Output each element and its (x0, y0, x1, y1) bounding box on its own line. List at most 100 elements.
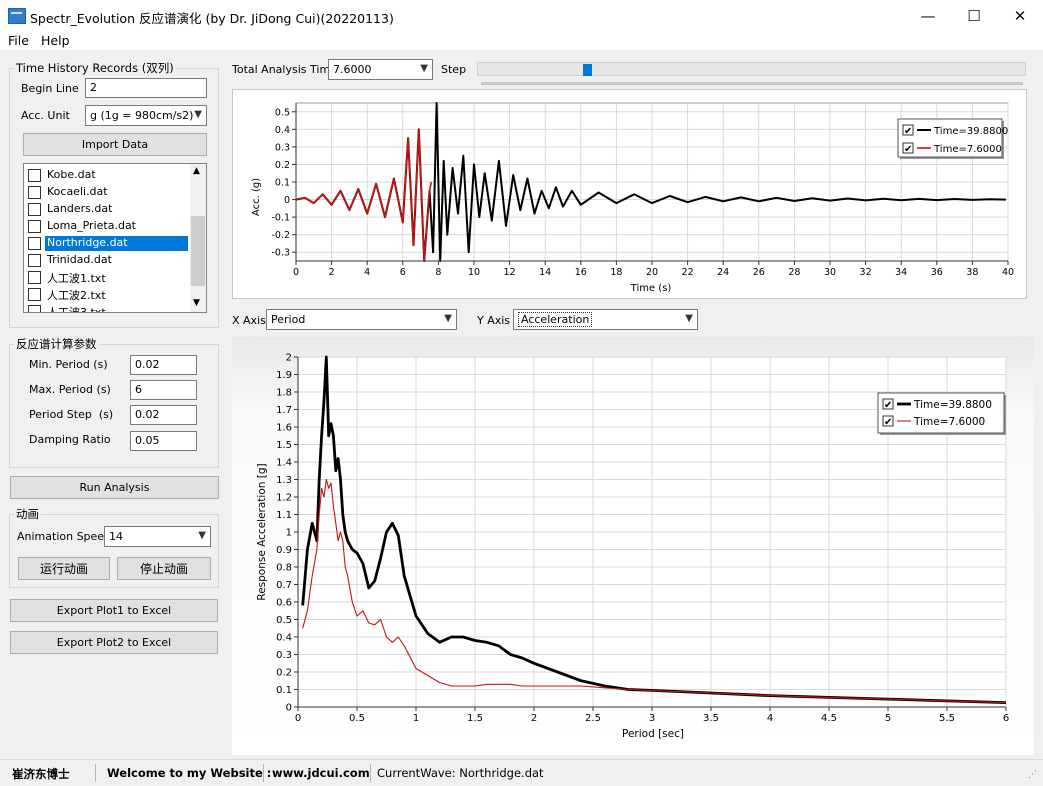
file-list-item[interactable]: Kobe.dat (28, 167, 190, 184)
x-tick-label: 24 (717, 267, 729, 278)
damping-ratio-input[interactable]: 0.05 (130, 431, 197, 451)
step-slider[interactable] (477, 62, 1026, 76)
stop-animation-button[interactable]: 停止动画 (117, 557, 211, 580)
animation-group-title: 动画 (16, 507, 39, 521)
menu-help[interactable]: Help (41, 33, 70, 48)
max-period-label: Max. Period (s) (29, 383, 111, 396)
file-checkbox[interactable] (28, 203, 41, 216)
title-bar: Spectr_Evolution 反应谱演化 (by Dr. JiDong Cu… (0, 0, 1043, 31)
file-listbox[interactable]: Kobe.dat Kocaeli.dat Landers.dat Loma_Priet… (23, 163, 207, 313)
x-tick-label: 16 (575, 267, 587, 278)
window-title: Spectr_Evolution 反应谱演化 (by Dr. JiDong Cu… (30, 11, 394, 26)
file-list-item[interactable]: 人工波1.txt (28, 269, 190, 286)
total-time-value: 7.6000 (333, 63, 372, 76)
export-plot1-button[interactable]: Export Plot1 to Excel (10, 599, 218, 622)
file-checkbox[interactable] (28, 237, 41, 250)
minimize-button[interactable]: — (905, 0, 951, 31)
chevron-down-icon: ▼ (420, 63, 428, 74)
file-name: 人工波3.txt (47, 306, 106, 313)
run-analysis-button[interactable]: Run Analysis (10, 476, 219, 499)
file-list-item[interactable]: Northridge.dat (28, 235, 190, 252)
y-tick-label: 0.6 (276, 598, 292, 609)
y-tick-label: 1.4 (276, 458, 292, 469)
x-tick-label: 18 (610, 267, 622, 278)
file-checkbox[interactable] (28, 288, 41, 301)
x-axis-label: X Axis (232, 314, 266, 327)
max-period-input[interactable]: 6 (130, 380, 197, 400)
status-current-wave: CurrentWave: Northridge.dat (377, 766, 544, 780)
y-tick-label: 0.2 (275, 160, 290, 171)
run-animation-button[interactable]: 运行动画 (18, 557, 110, 580)
period-step-input[interactable]: 0.02 (130, 405, 197, 425)
y-tick-label: 0.8 (276, 563, 292, 574)
file-name: 人工波2.txt (47, 289, 106, 302)
file-list-scrollbar[interactable]: ▲ ▼ (190, 164, 206, 312)
maximize-button[interactable]: ☐ (951, 0, 997, 31)
chart1-x-axis-label: Time (s) (630, 283, 672, 294)
x-tick-label: 1.5 (467, 713, 483, 724)
file-list-item[interactable]: 人工波3.txt (28, 303, 190, 313)
y-tick-label: 0.7 (276, 580, 292, 591)
animation-speed-select[interactable]: 14 ▼ (104, 526, 211, 547)
file-checkbox[interactable] (28, 186, 41, 199)
import-data-button[interactable]: Import Data (23, 133, 207, 156)
chart2-x-axis-label: Period [sec] (622, 728, 684, 740)
y-tick-label: 2 (286, 353, 292, 364)
legend-label: Time=7.6000 (913, 416, 985, 428)
x-tick-label: 1 (413, 713, 419, 724)
min-period-input[interactable]: 0.02 (130, 355, 197, 375)
y-tick-label: 0.4 (276, 633, 292, 644)
file-checkbox[interactable] (28, 271, 41, 284)
export-plot2-button[interactable]: Export Plot2 to Excel (10, 631, 218, 654)
total-time-select[interactable]: 7.6000 ▼ (328, 59, 433, 80)
scroll-thumb[interactable] (191, 216, 205, 286)
y-tick-label: 1.6 (276, 423, 292, 434)
resize-grip-icon[interactable]: ⋰ (1028, 770, 1037, 780)
legend-label: Time=39.8800 (933, 126, 1008, 137)
y-tick-label: 1.2 (276, 493, 292, 504)
checkmark-icon: ✔ (884, 417, 892, 428)
scroll-down-icon[interactable]: ▼ (193, 298, 200, 308)
status-website-link[interactable]: www.jdcui.com (272, 766, 370, 780)
x-tick-label: 26 (753, 267, 765, 278)
file-checkbox[interactable] (28, 305, 41, 312)
begin-line-input[interactable]: 2 (85, 78, 207, 98)
acc-unit-select[interactable]: g (1g = 980cm/s2) ▼ (85, 105, 207, 126)
chart2-y-axis-label: Response Acceleration [g] (256, 463, 268, 600)
file-list-item[interactable]: Kocaeli.dat (28, 184, 190, 201)
step-slider-thumb[interactable] (583, 64, 592, 76)
y-tick-label: -0.3 (271, 248, 290, 259)
file-list-item[interactable]: Trinidad.dat (28, 252, 190, 269)
menu-file[interactable]: File (8, 33, 29, 48)
x-tick-label: 40 (1002, 267, 1014, 278)
file-list-item[interactable]: 人工波2.txt (28, 286, 190, 303)
x-tick-label: 30 (824, 267, 836, 278)
spectrum-chart: 0 0.5 1 1.5 2 2.5 3 3.5 4 4.5 5 5.5 6 0 0.1 0.2 0.3 0.4 0.… (232, 337, 1034, 755)
animation-speed-label: Animation Speed (17, 530, 112, 543)
y-tick-label: 0 (284, 195, 290, 206)
file-list-item[interactable]: Loma_Prieta.dat (28, 218, 190, 235)
y-tick-label: 0.1 (276, 685, 292, 696)
y-tick-label: 0.3 (276, 650, 292, 661)
step-label: Step (441, 63, 467, 76)
total-time-label: Total Analysis Time (232, 63, 337, 76)
file-checkbox[interactable] (28, 220, 41, 233)
damping-ratio-label: Damping Ratio (29, 433, 111, 446)
y-tick-label: 1.1 (276, 510, 292, 521)
acc-unit-label: Acc. Unit (21, 109, 70, 122)
legend-label: Time=39.8800 (913, 399, 992, 411)
file-name: Landers.dat (47, 202, 113, 215)
file-checkbox[interactable] (28, 169, 41, 182)
file-checkbox[interactable] (28, 254, 41, 267)
x-tick-label: 2 (329, 267, 335, 278)
min-period-label: Min. Period (s) (29, 358, 108, 371)
file-list-item[interactable]: Landers.dat (28, 201, 190, 218)
x-tick-label: 36 (931, 267, 943, 278)
scroll-up-icon[interactable]: ▲ (193, 166, 200, 176)
x-axis-select[interactable]: Period ▼ (266, 309, 457, 330)
x-tick-label: 12 (504, 267, 516, 278)
status-separator (370, 764, 371, 782)
y-tick-label: 0.9 (276, 545, 292, 556)
y-axis-select[interactable]: Acceleration ▼ (513, 309, 698, 330)
close-button[interactable]: ✕ (997, 0, 1043, 31)
